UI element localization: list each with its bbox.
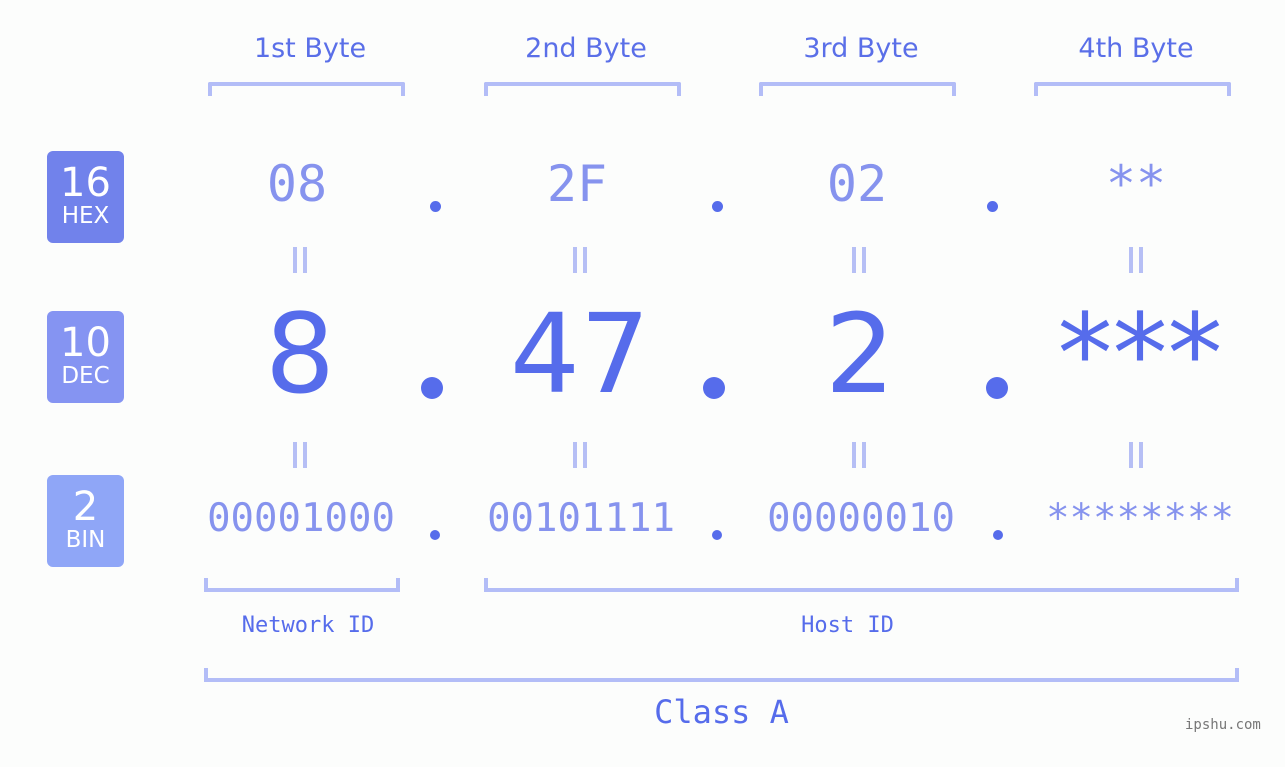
dec-base-number: 10	[60, 320, 111, 366]
hex-base-label: HEX	[61, 203, 110, 229]
equals-icon	[1116, 247, 1156, 277]
bin-dot-3	[993, 530, 1003, 540]
equals-icon	[280, 442, 320, 472]
dec-dot-1	[421, 377, 443, 399]
bin-dot-1	[430, 530, 440, 540]
bin-base-label: BIN	[65, 527, 106, 553]
hex-byte-1: 08	[266, 155, 328, 213]
byte-header-1: 1st Byte	[253, 33, 367, 64]
byte-bracket-1	[208, 82, 405, 96]
dec-byte-4: ***	[1057, 290, 1223, 418]
byte-bracket-4	[1034, 82, 1231, 96]
dec-base-label: DEC	[61, 363, 110, 389]
dec-byte-2: 47	[510, 290, 650, 418]
bin-byte-2: 00101111	[487, 496, 675, 541]
network-id-label: Network ID	[241, 613, 375, 638]
bin-byte-1: 00001000	[207, 496, 395, 541]
equals-icon	[839, 247, 879, 277]
equals-icon	[839, 442, 879, 472]
hex-dot-1	[430, 201, 441, 212]
byte-header-4: 4th Byte	[1078, 33, 1194, 64]
host-id-label: Host ID	[801, 613, 894, 638]
byte-bracket-2	[484, 82, 681, 96]
byte-header-3: 3rd Byte	[803, 33, 919, 64]
bin-byte-3: 00000010	[767, 496, 955, 541]
hex-dot-2	[712, 201, 723, 212]
watermark: ipshu.com	[1185, 717, 1261, 733]
dec-byte-3: 2	[825, 290, 895, 418]
dec-dot-3	[986, 377, 1008, 399]
class-bracket	[204, 668, 1239, 682]
network-id-bracket	[204, 578, 400, 592]
equals-icon	[1116, 442, 1156, 472]
byte-header-2: 2nd Byte	[525, 33, 647, 64]
hex-byte-2: 2F	[546, 155, 608, 213]
hex-byte-3: 02	[826, 155, 888, 213]
equals-icon	[280, 247, 320, 277]
class-label: Class A	[654, 693, 789, 731]
equals-icon	[560, 247, 600, 277]
bin-dot-2	[712, 530, 722, 540]
bin-base-number: 2	[72, 484, 99, 530]
bin-byte-4: ********	[1046, 496, 1234, 541]
bin-badge: 2 BIN	[47, 475, 124, 567]
host-id-bracket	[484, 578, 1239, 592]
hex-base-number: 16	[60, 160, 111, 206]
hex-byte-4: **	[1105, 155, 1167, 213]
hex-dot-3	[987, 201, 998, 212]
equals-icon	[560, 442, 600, 472]
byte-bracket-3	[759, 82, 956, 96]
dec-byte-1: 8	[265, 290, 335, 418]
dec-dot-2	[703, 377, 725, 399]
hex-badge: 16 HEX	[47, 151, 124, 243]
dec-badge: 10 DEC	[47, 311, 124, 403]
